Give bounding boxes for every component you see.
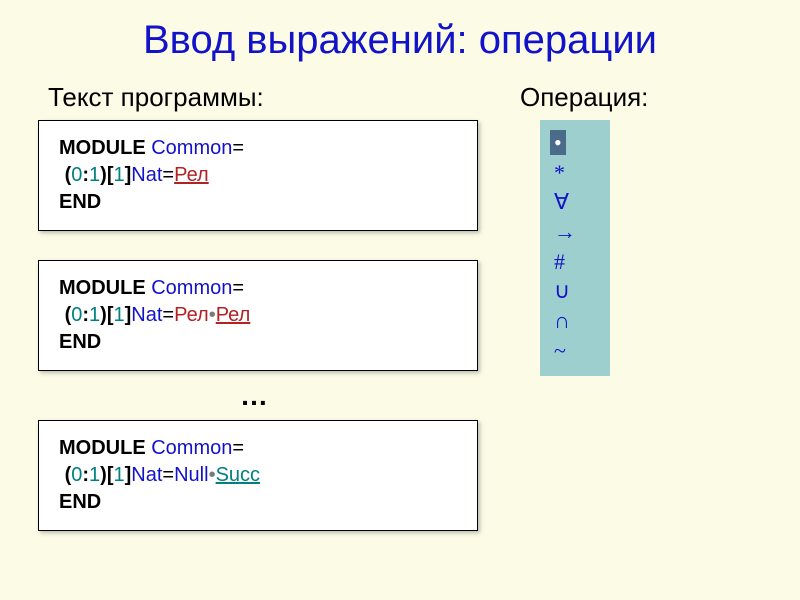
- code-line: MODULE Common=: [59, 135, 461, 162]
- bullet-op: •: [209, 464, 216, 486]
- keyword-end: END: [59, 491, 101, 513]
- identifier-null: Null: [174, 464, 208, 486]
- identifier-common: Common: [146, 137, 233, 159]
- identifier-nat: Nat: [131, 304, 162, 326]
- op-item-hash[interactable]: #: [554, 247, 598, 277]
- operations-list[interactable]: • * ∀ → # ∪ ∩ ~: [540, 120, 610, 376]
- num-one-b: 1: [114, 464, 125, 486]
- num-zero: 0: [71, 464, 82, 486]
- identifier-rel: Рел: [174, 164, 209, 186]
- equals: =: [232, 277, 244, 299]
- equals: =: [162, 464, 174, 486]
- num-zero: 0: [71, 164, 82, 186]
- keyword-module: MODULE: [59, 437, 146, 459]
- op-item-bullet[interactable]: •: [554, 128, 598, 158]
- code-line: END: [59, 489, 461, 516]
- code-block-3: MODULE Common= (0:1)[1]Nat=Null•Succ END: [38, 420, 478, 531]
- identifier-rel: Рел: [216, 304, 251, 326]
- operation-label: Операция:: [520, 82, 648, 113]
- op-item-union[interactable]: ∪: [554, 276, 598, 306]
- close-paren: ): [100, 464, 107, 486]
- equals: =: [232, 437, 244, 459]
- op-item-intersect[interactable]: ∩: [554, 306, 598, 336]
- keyword-module: MODULE: [59, 137, 146, 159]
- open-bracket: [: [107, 464, 114, 486]
- num-one-b: 1: [114, 304, 125, 326]
- op-item-star[interactable]: *: [554, 158, 598, 188]
- equals: =: [162, 164, 174, 186]
- equals: =: [162, 304, 174, 326]
- code-line: (0:1)[1]Nat=Рел: [59, 162, 461, 189]
- num-one: 1: [89, 464, 100, 486]
- identifier-nat: Nat: [131, 464, 162, 486]
- code-line: END: [59, 189, 461, 216]
- keyword-end: END: [59, 331, 101, 353]
- code-line: END: [59, 329, 461, 356]
- ellipsis: …: [240, 380, 268, 412]
- program-text-label: Текст программы:: [48, 82, 264, 113]
- code-line: MODULE Common=: [59, 435, 461, 462]
- op-item-arrow[interactable]: →: [554, 217, 598, 247]
- open-bracket: [: [107, 164, 114, 186]
- slide: Ввод выражений: операции Текст программы…: [0, 0, 800, 600]
- code-line: MODULE Common=: [59, 275, 461, 302]
- num-zero: 0: [71, 304, 82, 326]
- identifier-rel: Рел: [174, 304, 209, 326]
- code-block-2: MODULE Common= (0:1)[1]Nat=Рел•Рел END: [38, 260, 478, 371]
- identifier-common: Common: [146, 277, 233, 299]
- code-line: (0:1)[1]Nat=Null•Succ: [59, 462, 461, 489]
- identifier-nat: Nat: [131, 164, 162, 186]
- num-one: 1: [89, 164, 100, 186]
- close-paren: ): [100, 164, 107, 186]
- equals: =: [232, 137, 244, 159]
- keyword-module: MODULE: [59, 277, 146, 299]
- code-block-1: MODULE Common= (0:1)[1]Nat=Рел END: [38, 120, 478, 231]
- op-item-tilde[interactable]: ~: [554, 336, 598, 366]
- identifier-succ: Succ: [216, 464, 260, 486]
- num-one: 1: [89, 304, 100, 326]
- identifier-common: Common: [146, 437, 233, 459]
- code-line: (0:1)[1]Nat=Рел•Рел: [59, 302, 461, 329]
- op-item-forall[interactable]: ∀: [554, 187, 598, 217]
- open-bracket: [: [107, 304, 114, 326]
- slide-title: Ввод выражений: операции: [0, 0, 800, 63]
- num-one-b: 1: [114, 164, 125, 186]
- close-paren: ): [100, 304, 107, 326]
- bullet-op: •: [209, 304, 216, 326]
- keyword-end: END: [59, 191, 101, 213]
